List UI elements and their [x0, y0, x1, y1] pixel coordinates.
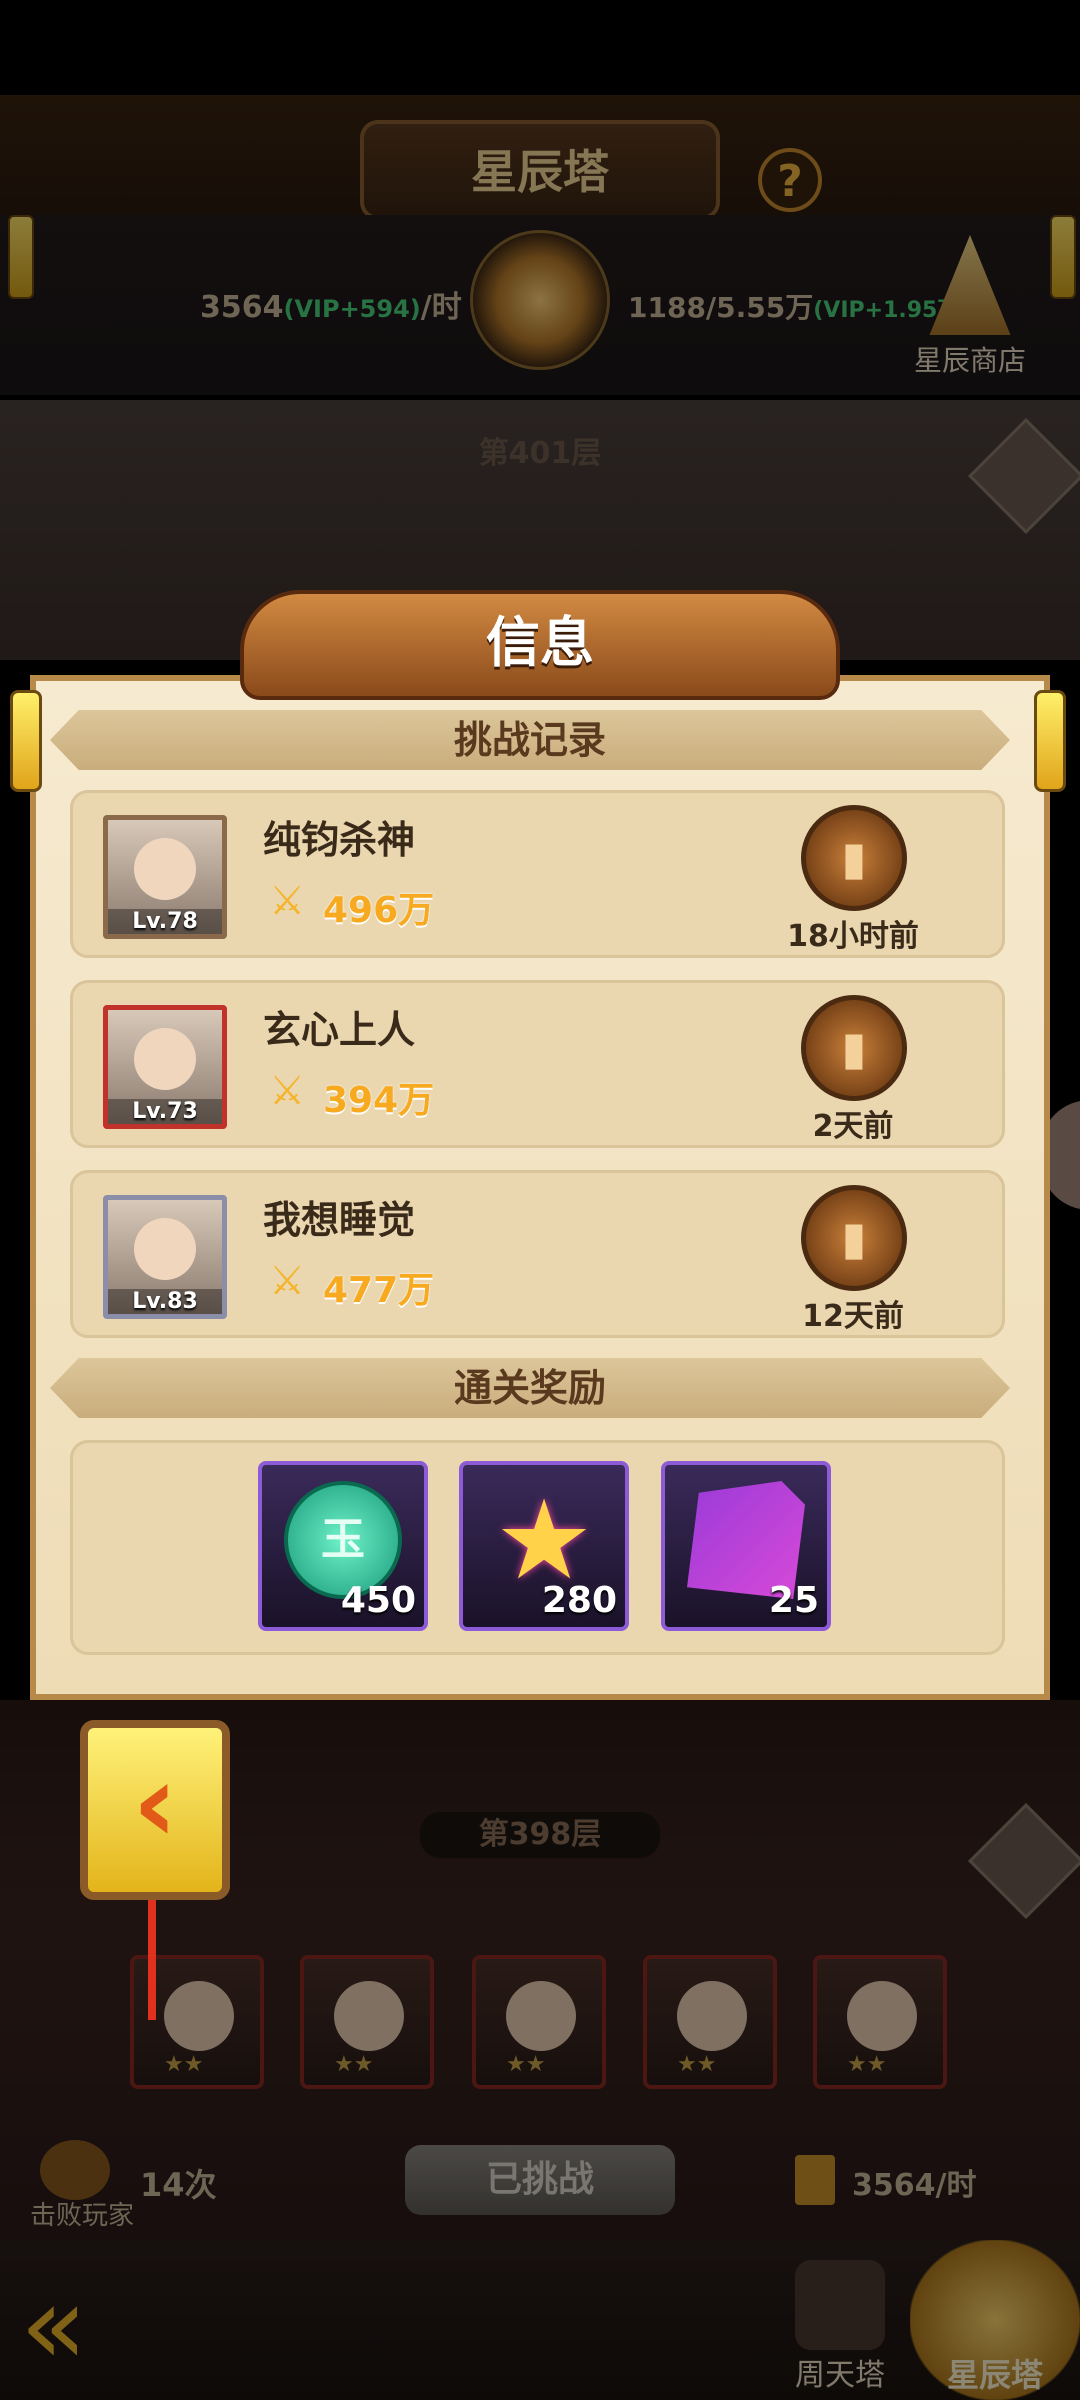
avatar-face	[134, 838, 196, 900]
challenge-record-row: Lv.83 我想睡觉 ⚔ 477万 ▮ 12天前	[70, 1170, 1005, 1338]
replay-button[interactable]: ▮	[801, 995, 907, 1101]
reward-count: 450	[340, 1580, 416, 1621]
lantern-icon	[10, 690, 42, 792]
crossed-swords-icon: ⚔	[269, 878, 305, 924]
back-arrow-icon: ‹	[132, 1739, 178, 1867]
replay-icon: ▮	[841, 831, 867, 885]
replay-icon: ▮	[841, 1021, 867, 1075]
combat-power: 496万	[323, 890, 435, 931]
crossed-swords-icon: ⚔	[269, 1068, 305, 1114]
rewards-panel: 玉 450 ★ 280 25	[70, 1440, 1005, 1655]
combat-power: 477万	[323, 1270, 435, 1311]
replay-button[interactable]: ▮	[801, 805, 907, 911]
record-time: 18小时前	[787, 919, 919, 954]
player-level: Lv.78	[108, 909, 222, 934]
player-avatar[interactable]: Lv.83	[103, 1195, 227, 1319]
player-avatar[interactable]: Lv.78	[103, 815, 227, 939]
status-bar	[0, 0, 1080, 95]
rewards-section-header: 通关奖励	[50, 1358, 1010, 1418]
player-avatar[interactable]: Lv.73	[103, 1005, 227, 1129]
lantern-icon	[1034, 690, 1066, 792]
player-name: 玄心上人	[263, 1008, 416, 1052]
info-dialog: 信息 挑战记录 Lv.78 纯钧杀神 ⚔ 496万 ▮ 18小时前 Lv.73 …	[10, 590, 1066, 1700]
record-time: 12天前	[802, 1299, 904, 1334]
player-level: Lv.73	[108, 1099, 222, 1124]
avatar-face	[134, 1028, 196, 1090]
challenge-record-row: Lv.73 玄心上人 ⚔ 394万 ▮ 2天前	[70, 980, 1005, 1148]
player-name: 纯钧杀神	[263, 818, 416, 862]
player-name: 我想睡觉	[263, 1198, 416, 1242]
record-time: 2天前	[812, 1109, 894, 1144]
dialog-title: 信息	[486, 611, 594, 674]
reward-item[interactable]: ★ 280	[459, 1461, 629, 1631]
replay-button[interactable]: ▮	[801, 1185, 907, 1291]
records-section-header: 挑战记录	[50, 710, 1010, 770]
back-button[interactable]: ‹	[80, 1720, 230, 1900]
reward-count: 280	[541, 1580, 617, 1621]
avatar-face	[134, 1218, 196, 1280]
combat-power: 394万	[323, 1080, 435, 1121]
hanging-rope	[148, 1900, 156, 2020]
player-level: Lv.83	[108, 1289, 222, 1314]
replay-icon: ▮	[841, 1211, 867, 1265]
reward-item[interactable]: 玉 450	[258, 1461, 428, 1631]
crossed-swords-icon: ⚔	[269, 1258, 305, 1304]
reward-item[interactable]: 25	[661, 1461, 831, 1631]
challenge-record-row: Lv.78 纯钧杀神 ⚔ 496万 ▮ 18小时前	[70, 790, 1005, 958]
reward-count: 25	[768, 1580, 819, 1621]
